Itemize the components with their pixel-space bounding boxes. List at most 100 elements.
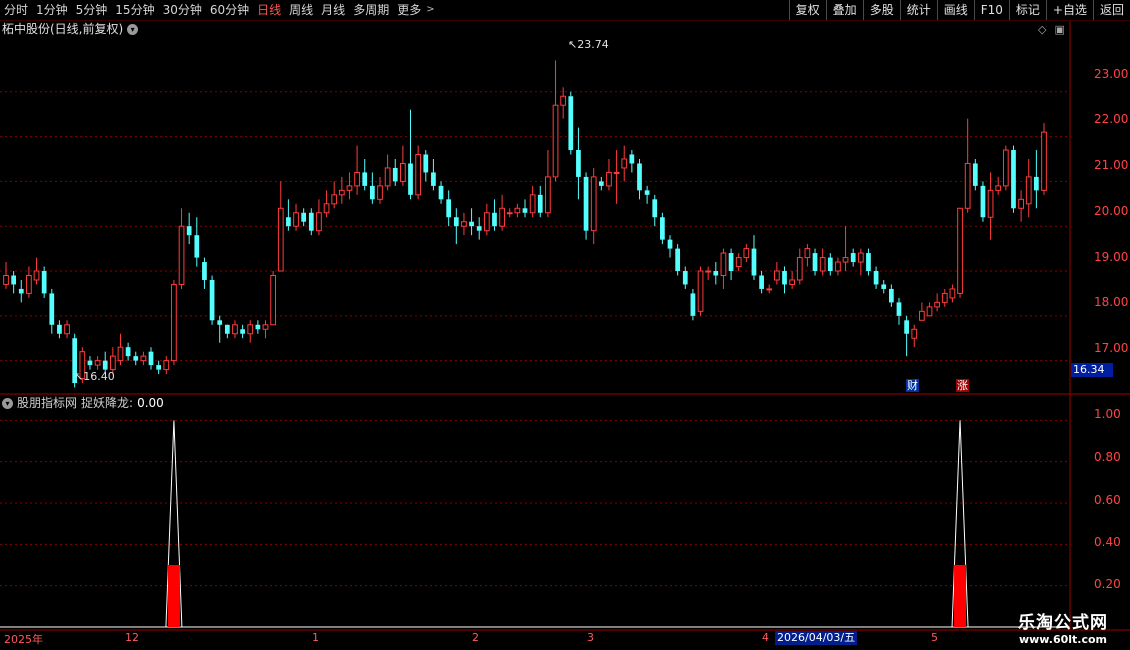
selected-date-tag: 2026/04/03/五 — [775, 631, 858, 645]
candle-body-down — [202, 262, 207, 280]
candle-body-up — [1018, 198, 1024, 209]
candle-body-up — [346, 185, 353, 191]
candlestick-series — [3, 60, 1047, 388]
candle-body-up — [949, 288, 956, 299]
candle-body-up — [26, 274, 32, 294]
candle-body-up — [384, 167, 391, 187]
candle-body-up — [262, 324, 269, 330]
time-axis-label: 3 — [587, 631, 594, 644]
candle-body-up — [613, 171, 620, 174]
indicator-axis-label: 0.40 — [1094, 535, 1121, 549]
candle-body-up — [3, 274, 9, 285]
candle-body-up — [995, 185, 1002, 191]
diamond-icon[interactable]: ◇ — [1038, 23, 1046, 36]
candle-body-down — [194, 235, 200, 258]
candle-body-down — [217, 320, 223, 325]
time-axis-label: 1 — [312, 631, 319, 644]
main-panel-title: 柘中股份(日线,前复权) ▾ — [2, 21, 139, 37]
candle-body-down — [690, 293, 696, 316]
candle-body-down — [255, 324, 261, 330]
candle-body-up — [33, 270, 40, 281]
candle-body-up — [1025, 176, 1032, 205]
candle-body-up — [911, 328, 918, 339]
candle-body-up — [606, 171, 612, 187]
high-arrow-icon: ↖ — [568, 38, 578, 51]
kline-chart[interactable] — [0, 0, 1130, 650]
candle-body-down — [49, 293, 55, 325]
candle-body-up — [987, 189, 994, 218]
indicator-axis-label: 0.80 — [1094, 450, 1121, 464]
indicator-series — [0, 420, 1070, 628]
candle-body-up — [109, 355, 116, 371]
indicator-axis-label: 0.20 — [1094, 577, 1121, 591]
candle-body-down — [537, 194, 543, 213]
candle-body-up — [919, 310, 925, 321]
chevron-down-icon[interactable]: ▾ — [127, 23, 139, 35]
current-price-tag: 16.34 — [1071, 363, 1113, 377]
candle-body-up — [338, 189, 345, 196]
time-axis-label: 5 — [931, 631, 938, 644]
candle-body-up — [819, 257, 826, 272]
candle-body-up — [934, 301, 941, 308]
candle-body-up — [926, 306, 933, 317]
chevron-down-icon[interactable]: ▾ — [2, 397, 13, 409]
candle-body-down — [240, 329, 245, 334]
candle-body-down — [125, 347, 131, 357]
candle-body-down — [286, 217, 291, 227]
indicator-series-label: 捉妖降龙: — [81, 396, 134, 410]
candle-body-up — [1041, 131, 1047, 191]
candle-body-down — [102, 360, 108, 370]
candle-body-down — [896, 302, 902, 316]
candle-body-down — [652, 199, 658, 218]
high-price-annotation: ↖23.74 — [568, 38, 609, 51]
candle-body-up — [483, 212, 490, 232]
candle-body-down — [583, 176, 589, 231]
candle-body-down — [675, 248, 681, 272]
watermark: 乐淘公式网 www.60lt.com — [1000, 608, 1126, 646]
price-axis-label: 17.00 — [1094, 341, 1129, 355]
candle-body-down — [301, 212, 307, 222]
price-axis-label: 21.00 — [1094, 158, 1129, 172]
price-axis-label: 19.00 — [1094, 250, 1129, 264]
candle-body-up — [545, 176, 551, 214]
candle-body-up — [1002, 149, 1009, 187]
candle-body-up — [277, 207, 284, 272]
candle-body-down — [873, 271, 879, 285]
indicator-title: ▾ 股朋指标网 捉妖降龙: 0.00 — [2, 395, 164, 411]
candle-body-down — [224, 324, 230, 334]
price-axis-label: 22.00 — [1094, 112, 1129, 126]
low-price-value: 16.40 — [83, 370, 115, 383]
candle-body-down — [446, 199, 452, 218]
time-axis-label: 2 — [472, 631, 479, 644]
candle-body-up — [499, 207, 505, 227]
indicator-name: 股朋指标网 — [17, 396, 78, 410]
candle-body-up — [705, 270, 712, 273]
low-price-annotation: ↖16.40 — [74, 370, 115, 383]
candle-body-down — [904, 320, 909, 334]
candle-body-up — [323, 203, 330, 214]
candle-body-down — [431, 172, 436, 186]
candle-body-up — [171, 283, 177, 362]
candle-body-down — [1034, 176, 1039, 191]
candle-body-up — [804, 248, 811, 259]
finance-badge[interactable]: 财 — [906, 379, 919, 392]
watermark-url: www.60lt.com — [1018, 633, 1108, 646]
rise-badge[interactable]: 涨 — [956, 379, 969, 392]
candle-body-down — [751, 248, 757, 276]
candle-body-up — [247, 324, 254, 335]
candle-body-up — [178, 225, 185, 285]
indicator-value: 0.00 — [137, 396, 164, 410]
price-axis-label: 18.00 — [1094, 295, 1129, 309]
chart-grid — [0, 91, 1070, 587]
candle-body-down — [469, 221, 474, 227]
candle-body-down — [782, 271, 787, 285]
candle-body-down — [11, 275, 16, 285]
watermark-name: 乐淘公式网 — [1018, 613, 1108, 633]
window-icon[interactable]: ▣ — [1054, 23, 1064, 36]
candle-body-down — [972, 163, 978, 186]
candle-body-down — [568, 96, 574, 151]
candle-body-down — [728, 253, 734, 272]
candle-body-down — [629, 154, 635, 164]
candle-body-down — [881, 284, 887, 289]
candle-body-down — [408, 163, 413, 195]
